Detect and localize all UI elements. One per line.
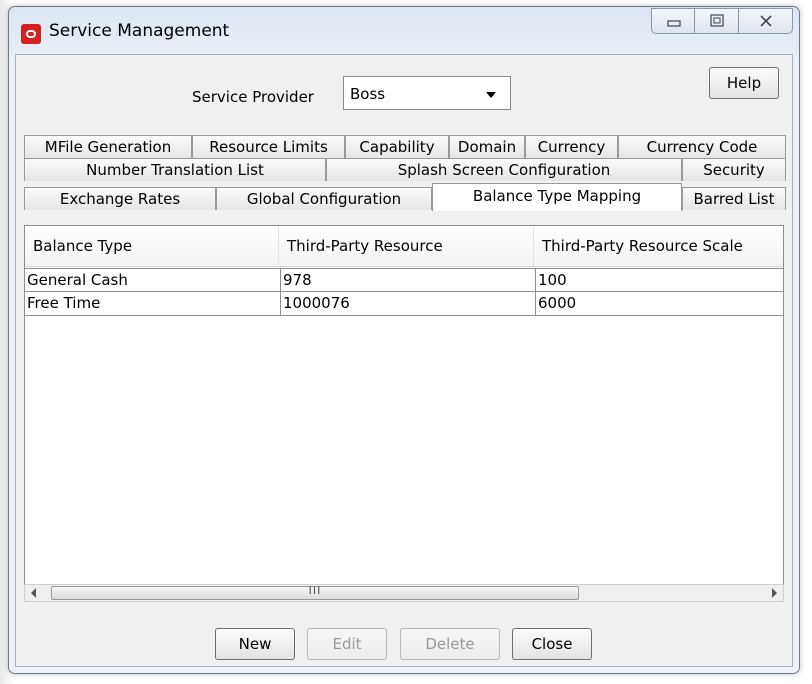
service-provider-dropdown[interactable]: Boss bbox=[343, 76, 511, 110]
close-button[interactable]: Close bbox=[512, 628, 592, 660]
tab-global-configuration[interactable]: Global Configuration bbox=[216, 187, 432, 210]
tab-barred-list[interactable]: Barred List bbox=[682, 187, 786, 210]
tab-currency[interactable]: Currency bbox=[525, 135, 618, 158]
table-row[interactable]: Free Time 1000076 6000 bbox=[25, 292, 783, 316]
column-header-third-party-resource[interactable]: Third-Party Resource bbox=[279, 226, 534, 266]
tab-splash-screen-configuration[interactable]: Splash Screen Configuration bbox=[326, 158, 682, 181]
balance-type-mapping-table: Balance Type Third-Party Resource Third-… bbox=[24, 225, 784, 601]
scroll-left-arrow-icon[interactable] bbox=[31, 588, 36, 598]
cell-third-party-resource-scale: 6000 bbox=[536, 292, 783, 316]
service-provider-label: Service Provider bbox=[192, 88, 314, 106]
horizontal-scrollbar[interactable]: III bbox=[24, 584, 784, 602]
close-window-button[interactable] bbox=[739, 8, 793, 34]
tab-exchange-rates[interactable]: Exchange Rates bbox=[24, 187, 216, 210]
close-icon bbox=[760, 15, 772, 27]
scrollbar-grip: III bbox=[308, 584, 322, 597]
tab-domain[interactable]: Domain bbox=[449, 135, 525, 158]
tab-number-translation-list[interactable]: Number Translation List bbox=[24, 158, 326, 181]
minimize-button[interactable] bbox=[651, 8, 695, 34]
edit-button[interactable]: Edit bbox=[307, 628, 387, 660]
maximize-icon bbox=[710, 14, 724, 27]
client-area: Service Provider Boss Help MFile Generat… bbox=[15, 54, 793, 667]
tab-mfile-generation[interactable]: MFile Generation bbox=[24, 135, 192, 158]
tab-capability[interactable]: Capability bbox=[345, 135, 449, 158]
cell-third-party-resource-scale: 100 bbox=[536, 268, 783, 292]
caption-buttons bbox=[651, 8, 793, 34]
scroll-right-arrow-icon[interactable] bbox=[772, 588, 777, 598]
cell-third-party-resource: 1000076 bbox=[281, 292, 536, 316]
column-header-third-party-resource-scale[interactable]: Third-Party Resource Scale bbox=[534, 226, 783, 266]
service-provider-value: Boss bbox=[350, 85, 386, 103]
cell-balance-type: Free Time bbox=[25, 292, 281, 316]
oracle-app-icon bbox=[21, 24, 41, 44]
cell-balance-type: General Cash bbox=[25, 268, 281, 292]
new-button[interactable]: New bbox=[215, 628, 295, 660]
help-button[interactable]: Help bbox=[709, 67, 779, 99]
title-bar[interactable]: Service Management bbox=[9, 7, 799, 53]
dropdown-arrow-icon bbox=[486, 92, 496, 98]
table-row[interactable]: General Cash 978 100 bbox=[25, 268, 783, 292]
minimize-icon bbox=[667, 20, 681, 27]
tab-security[interactable]: Security bbox=[682, 158, 786, 181]
table-header: Balance Type Third-Party Resource Third-… bbox=[25, 226, 783, 267]
scrollbar-thumb[interactable]: III bbox=[51, 584, 579, 600]
window-title: Service Management bbox=[49, 21, 230, 41]
tab-balance-type-mapping[interactable]: Balance Type Mapping bbox=[432, 183, 682, 211]
maximize-button[interactable] bbox=[695, 8, 739, 34]
column-header-balance-type[interactable]: Balance Type bbox=[25, 226, 279, 266]
tab-currency-code[interactable]: Currency Code bbox=[618, 135, 786, 158]
delete-button[interactable]: Delete bbox=[400, 628, 500, 660]
service-management-window: Service Management Service Provider Boss… bbox=[8, 6, 800, 674]
cell-third-party-resource: 978 bbox=[281, 268, 536, 292]
tab-resource-limits[interactable]: Resource Limits bbox=[192, 135, 345, 158]
